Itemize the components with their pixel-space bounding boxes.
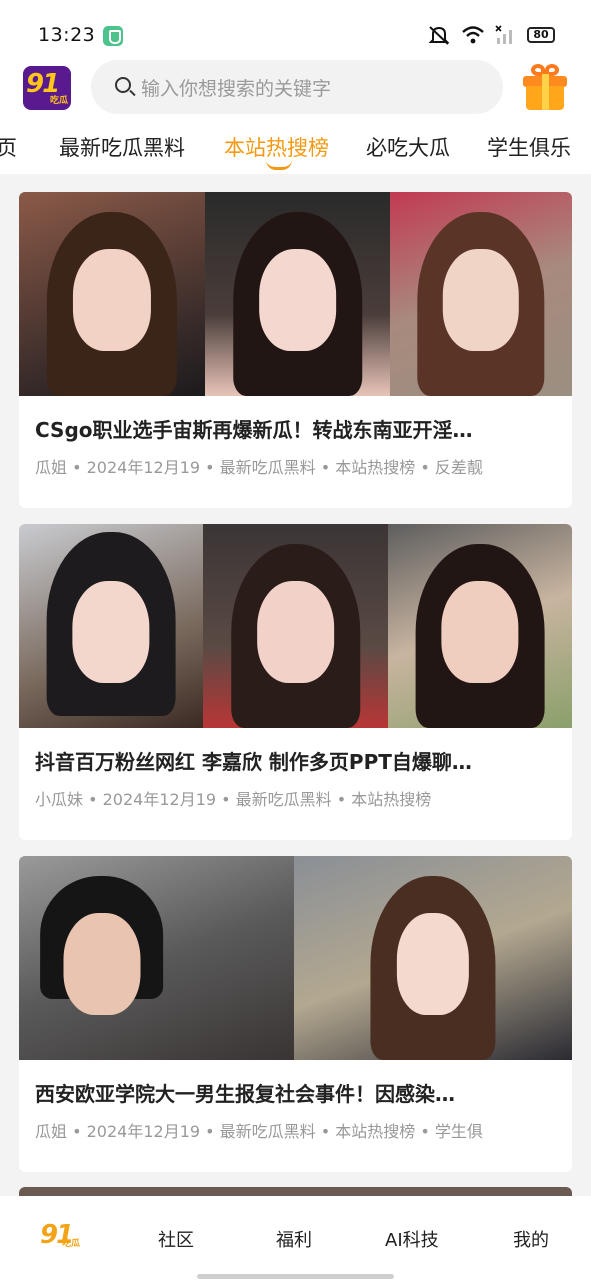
bottom-nav: 91 吃瓜 社区 福利 AI科技 我的 <box>0 1196 591 1280</box>
tab-hot-search[interactable]: 本站热搜榜 <box>224 132 329 162</box>
active-tab-indicator <box>266 160 292 170</box>
nav-home-logo-sub: 吃瓜 <box>62 1239 81 1249</box>
tab-latest[interactable]: 最新吃瓜黑料 <box>59 132 185 162</box>
post-title[interactable]: CSgo职业选手宙斯再爆新瓜！转战东南亚开淫… <box>35 414 557 443</box>
mute-icon <box>428 26 450 45</box>
battery-icon: 80 <box>527 27 555 43</box>
nav-ai-tech[interactable]: AI科技 <box>385 1226 439 1252</box>
post-thumbnails <box>19 856 572 1060</box>
status-time: 13:23 <box>38 24 96 46</box>
tab-student-club[interactable]: 学生俱乐 <box>487 132 571 162</box>
gift-icon[interactable] <box>523 64 567 110</box>
thumbnail-image <box>390 192 572 396</box>
thumbnail-image <box>19 856 294 1060</box>
tab-home[interactable]: 页 <box>0 132 17 162</box>
search-input[interactable]: 输入你想搜索的关键字 <box>91 60 503 114</box>
post-card[interactable]: 西安欧亚学院大一男生报复社会事件！因感染… 瓜姐 • 2024年12月19 • … <box>19 856 572 1172</box>
post-meta: 小瓜妹 • 2024年12月19 • 最新吃瓜黑料 • 本站热搜榜 <box>35 790 432 809</box>
wifi-icon <box>462 26 484 44</box>
thumbnail-image <box>205 192 390 396</box>
nav-benefits[interactable]: 福利 <box>276 1226 312 1252</box>
thumbnail-image <box>294 856 572 1060</box>
search-placeholder: 输入你想搜索的关键字 <box>141 78 332 100</box>
shield-icon <box>103 26 123 46</box>
app-header: 91 吃瓜 输入你想搜索的关键字 页 最新吃瓜黑料 本站热搜榜 必吃大瓜 学生俱… <box>0 60 591 174</box>
post-title[interactable]: 抖音百万粉丝网红 李嘉欣 制作多页PPT自爆聊… <box>35 746 557 775</box>
search-icon <box>115 77 131 93</box>
nav-profile[interactable]: 我的 <box>513 1226 549 1252</box>
post-thumbnails <box>19 524 572 728</box>
category-tabs: 页 最新吃瓜黑料 本站热搜榜 必吃大瓜 学生俱乐 <box>0 126 591 174</box>
post-meta: 瓜姐 • 2024年12月19 • 最新吃瓜黑料 • 本站热搜榜 • 反差靓 <box>35 458 483 477</box>
post-thumbnails <box>19 192 572 396</box>
status-icons: 80 <box>427 24 555 46</box>
thumbnail-image <box>388 524 572 728</box>
thumbnail-image <box>203 524 388 728</box>
post-card[interactable]: CSgo职业选手宙斯再爆新瓜！转战东南亚开淫… 瓜姐 • 2024年12月19 … <box>19 192 572 508</box>
thumbnail-image <box>19 524 203 728</box>
signal-icon <box>495 25 512 44</box>
nav-community[interactable]: 社区 <box>158 1226 194 1252</box>
thumbnail-image <box>19 192 205 396</box>
gift-ribbon <box>542 74 549 110</box>
logo-sub: 吃瓜 <box>49 96 68 106</box>
status-bar: 13:23 80 <box>0 0 591 64</box>
app-logo[interactable]: 91 吃瓜 <box>23 66 71 110</box>
tab-must-eat[interactable]: 必吃大瓜 <box>366 132 450 162</box>
post-meta: 瓜姐 • 2024年12月19 • 最新吃瓜黑料 • 本站热搜榜 • 学生俱 <box>35 1122 483 1141</box>
post-card[interactable]: 抖音百万粉丝网红 李嘉欣 制作多页PPT自爆聊… 小瓜妹 • 2024年12月1… <box>19 524 572 840</box>
home-indicator[interactable] <box>197 1274 394 1279</box>
post-title[interactable]: 西安欧亚学院大一男生报复社会事件！因感染… <box>35 1078 557 1107</box>
